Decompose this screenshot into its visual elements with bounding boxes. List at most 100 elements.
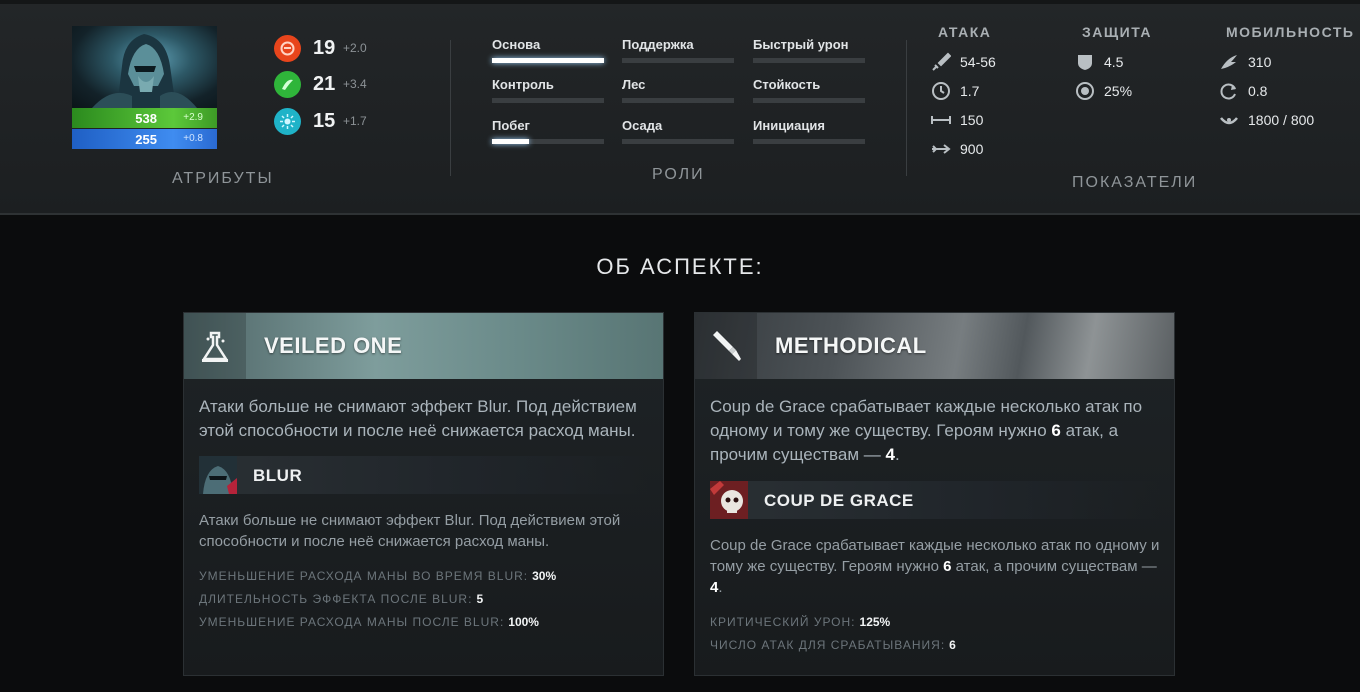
property-label: УМЕНЬШЕНИЕ РАСХОДА МАНЫ ВО ВРЕМЯ BLUR: — [199, 569, 529, 583]
ability-description: Атаки больше не снимают эффект Blur. Под… — [199, 512, 621, 550]
strength-value: 19 — [313, 36, 336, 59]
attribute-strength: 19 +2.0 — [274, 33, 367, 63]
stat-damage: 54-56 — [930, 51, 996, 73]
attribute-agility: 21 +3.4 — [274, 69, 367, 99]
dagger-icon — [695, 313, 757, 379]
stat-armor: 4.5 — [1074, 51, 1123, 73]
stat-move-speed: 310 — [1218, 51, 1271, 73]
mana-regen: +0.8 — [183, 133, 203, 144]
attack-heading: АТАКА — [938, 24, 992, 40]
armor-value: 4.5 — [1104, 54, 1124, 70]
facet-description: Атаки больше не снимают эффект Blur. Под… — [199, 397, 637, 440]
projectile-speed-value: 900 — [960, 141, 984, 157]
mobility-heading: МОБИЛЬНОСТЬ — [1226, 24, 1355, 40]
property-label: ДЛИТЕЛЬНОСТЬ ЭФФЕКТА ПОСЛЕ BLUR: — [199, 592, 473, 606]
stats-label: ПОКАЗАТЕЛИ — [1072, 174, 1198, 191]
facet-title: VEILED ONE — [264, 333, 403, 358]
stat-magic-resist: 25% — [1074, 80, 1132, 102]
defense-heading: ЗАЩИТА — [1082, 24, 1152, 40]
role-jungler: Лес — [622, 77, 734, 103]
range-icon — [930, 109, 952, 131]
role-label: Быстрый урон — [753, 37, 849, 52]
role-fill — [492, 139, 529, 144]
health-bar: 538 +2.9 — [72, 108, 217, 128]
vision-value: 1800 / 800 — [1248, 112, 1315, 128]
role-escape: Побег — [492, 118, 604, 144]
facet-card-veiled-one[interactable]: VEILED ONE Атаки больше не снимают эффек… — [183, 312, 664, 676]
blur-ability-icon — [199, 456, 237, 494]
property-label: УМЕНЬШЕНИЕ РАСХОДА МАНЫ ПОСЛЕ BLUR: — [199, 615, 505, 629]
role-fill — [492, 58, 604, 63]
mana-value: 255 — [135, 132, 157, 147]
intelligence-gain: +1.7 — [343, 114, 367, 128]
attack-time-value: 1.7 — [960, 83, 980, 99]
ability-coup-de-grace[interactable]: COUP DE GRACE — [710, 481, 1160, 519]
stat-vision: 1800 / 800 — [1218, 109, 1314, 131]
role-label: Инициация — [753, 118, 825, 133]
divider — [450, 40, 451, 176]
facet-header: VEILED ONE — [184, 313, 663, 379]
flask-icon — [184, 313, 246, 379]
role-durable: Стойкость — [753, 77, 865, 103]
eye-icon — [1218, 109, 1240, 131]
role-label: Побег — [492, 118, 530, 133]
boot-icon — [1218, 51, 1240, 73]
top-strip — [0, 0, 1360, 4]
attribute-intelligence: 15 +1.7 — [274, 106, 367, 136]
role-track — [753, 58, 865, 63]
strength-gain: +2.0 — [343, 41, 367, 55]
ability-property: УМЕНЬШЕНИЕ РАСХОДА МАНЫ ПОСЛЕ BLUR: 100% — [199, 615, 539, 629]
magic-resist-value: 25% — [1104, 83, 1133, 99]
role-carry: Основа — [492, 37, 604, 63]
stat-attack-range: 150 — [930, 109, 983, 131]
intelligence-icon — [274, 107, 301, 135]
ability-property: КРИТИЧЕСКИЙ УРОН: 125% — [710, 615, 890, 629]
ability-blur[interactable]: BLUR — [199, 456, 649, 494]
facet-description: Coup de Grace срабатывает каждые несколь… — [710, 397, 1143, 464]
role-pusher: Осада — [622, 118, 734, 144]
attributes-label: АТРИБУТЫ — [172, 170, 274, 187]
magic-resist-icon — [1074, 80, 1096, 102]
facet-title: METHODICAL — [775, 333, 927, 358]
hero-portrait — [72, 26, 217, 108]
ability-property: ЧИСЛО АТАК ДЛЯ СРАБАТЫВАНИЯ: 6 — [710, 638, 956, 652]
role-label: Осада — [622, 118, 663, 133]
property-label: ЧИСЛО АТАК ДЛЯ СРАБАТЫВАНИЯ: — [710, 638, 946, 652]
role-nuker: Быстрый урон — [753, 37, 865, 63]
strength-icon — [274, 34, 301, 62]
role-track — [492, 139, 604, 144]
role-label: Поддержка — [622, 37, 694, 52]
coup-de-grace-ability-icon — [710, 481, 748, 519]
health-value: 538 — [135, 111, 157, 126]
role-track — [622, 139, 734, 144]
clock-icon — [930, 80, 952, 102]
ability-property: ДЛИТЕЛЬНОСТЬ ЭФФЕКТА ПОСЛЕ BLUR: 5 — [199, 592, 483, 606]
divider — [906, 40, 907, 176]
role-label: Лес — [622, 77, 646, 92]
property-value: 6 — [949, 638, 956, 652]
role-support: Поддержка — [622, 37, 734, 63]
turn-rate-icon — [1218, 80, 1240, 102]
property-label: КРИТИЧЕСКИЙ УРОН: — [710, 615, 856, 629]
damage-value: 54-56 — [960, 54, 996, 70]
ability-name: BLUR — [253, 466, 303, 485]
facet-card-methodical[interactable]: METHODICAL Coup de Grace срабатывает каж… — [694, 312, 1175, 676]
agility-gain: +3.4 — [343, 77, 367, 91]
role-track — [492, 58, 604, 63]
ability-name: COUP DE GRACE — [764, 491, 914, 510]
turn-rate-value: 0.8 — [1248, 83, 1268, 99]
role-label: Контроль — [492, 77, 554, 92]
mana-bar: 255 +0.8 — [72, 129, 217, 149]
property-value: 100% — [508, 615, 539, 629]
property-value: 5 — [476, 592, 484, 606]
ability-property: УМЕНЬШЕНИЕ РАСХОДА МАНЫ ВО ВРЕМЯ BLUR: 30… — [199, 569, 556, 583]
role-track — [492, 98, 604, 103]
agility-icon — [274, 70, 301, 98]
role-track — [622, 98, 734, 103]
health-regen: +2.9 — [183, 112, 203, 123]
facet-header: METHODICAL — [695, 313, 1174, 379]
role-track — [753, 139, 865, 144]
attack-range-value: 150 — [960, 112, 984, 128]
role-track — [622, 58, 734, 63]
hero-stats-panel: 538 +2.9 255 +0.8 19 +2.0 21 +3.4 15 +1.… — [0, 0, 1360, 215]
